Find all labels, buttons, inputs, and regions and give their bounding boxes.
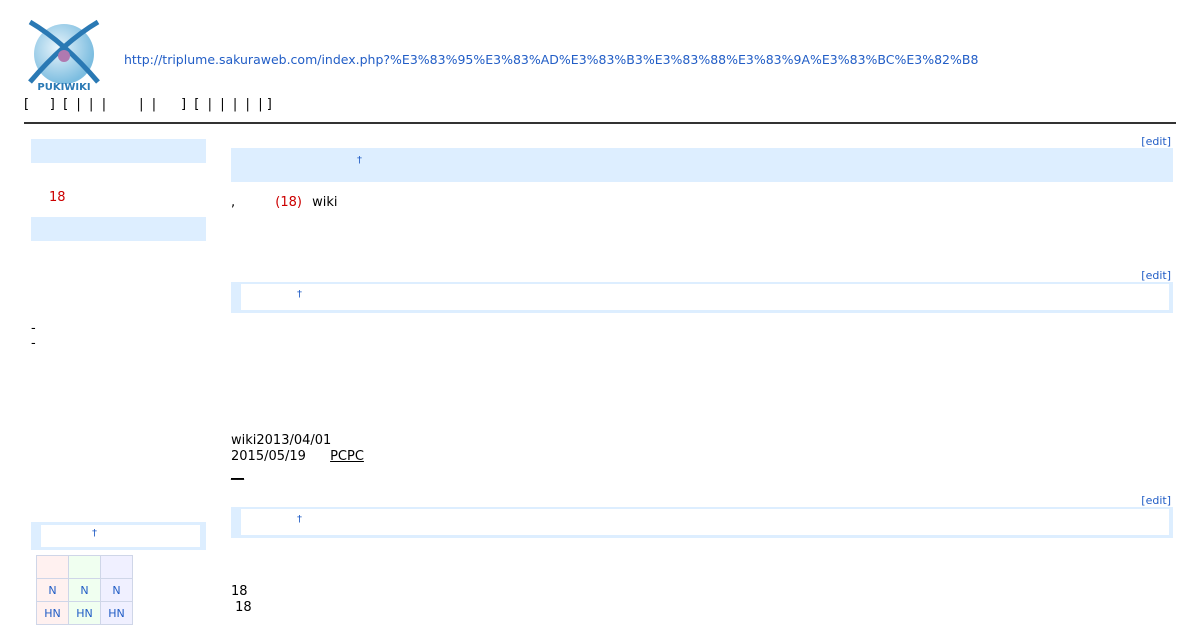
update-link[interactable]: PCPC <box>330 449 432 464</box>
footer-count-1: 18 <box>231 584 248 599</box>
anchor-dagger-link[interactable]: † <box>92 528 97 539</box>
menu-calendar-heading: † <box>31 522 206 550</box>
edit-link[interactable]: [edit] <box>1141 135 1171 148</box>
header-divider <box>24 122 1176 124</box>
calendar-cell[interactable]: HN <box>36 601 69 625</box>
menu-heading-1 <box>31 139 206 163</box>
section-heading-1: † <box>231 148 1173 182</box>
intro-wiki: wiki <box>312 195 338 210</box>
calendar-cell[interactable]: HN <box>100 601 133 625</box>
intro-comma: , <box>231 195 236 210</box>
navigation-bar[interactable]: [ ] [ | | | | | ] [ | | | | | ] <box>24 97 272 112</box>
calendar-cell <box>36 555 69 579</box>
anchor-dagger-link[interactable]: † <box>297 514 302 525</box>
calendar-cell[interactable]: HN <box>68 601 101 625</box>
menu-list-item: - <box>31 321 36 336</box>
update-line-2: 2015/05/19 PCPC <box>231 449 432 464</box>
footer-count-2: 18 <box>231 600 252 615</box>
calendar-table: N N N HN HN HN <box>36 555 133 625</box>
calendar-cell[interactable]: N <box>68 578 101 602</box>
update-line-3[interactable]: __ <box>231 466 244 481</box>
calendar-cell[interactable]: N <box>100 578 133 602</box>
edit-link[interactable]: [edit] <box>1141 269 1171 282</box>
anchor-dagger-link[interactable]: † <box>357 155 362 166</box>
calendar-cell[interactable]: N <box>36 578 69 602</box>
page-url-link[interactable]: http://triplume.sakuraweb.com/index.php?… <box>124 52 978 67</box>
logo-text: PUKIWIKI <box>37 82 90 92</box>
calendar-cell <box>100 555 133 579</box>
calendar-cell <box>68 555 101 579</box>
intro-count: (18) <box>275 195 302 210</box>
menu-list-item: - <box>31 336 36 351</box>
update-date: 2015/05/19 <box>231 449 306 464</box>
menu-count: 18 <box>49 190 66 205</box>
pukiwiki-logo[interactable]: PUKIWIKI <box>24 12 104 93</box>
intro-text: , (18) wiki <box>231 195 338 210</box>
anchor-dagger-link[interactable]: † <box>297 289 302 300</box>
section-heading-3: † <box>231 507 1173 538</box>
menu-heading-2 <box>31 217 206 241</box>
edit-link[interactable]: [edit] <box>1141 494 1171 507</box>
section-heading-2: † <box>231 282 1173 313</box>
update-line-1: wiki2013/04/01 <box>231 433 332 448</box>
